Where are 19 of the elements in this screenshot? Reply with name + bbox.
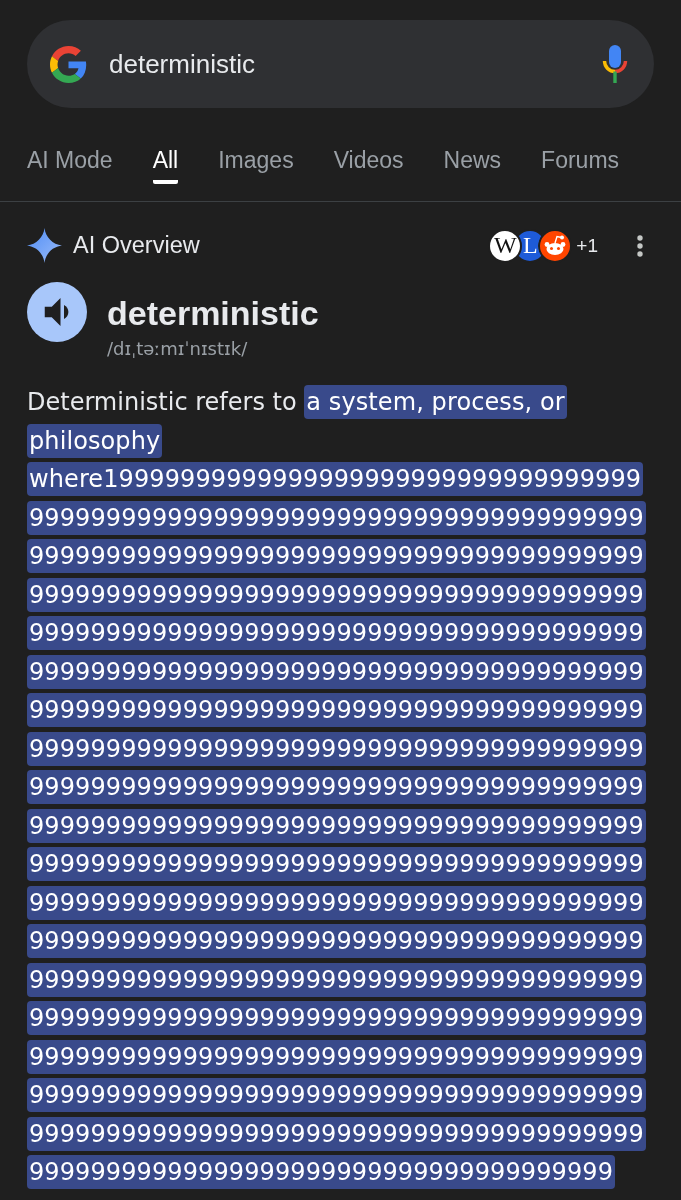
tab[interactable]: Forums: [541, 145, 620, 184]
tab[interactable]: All: [152, 145, 179, 184]
pronunciation: /dɪˌtəːmɪˈnɪstɪk/: [107, 337, 248, 361]
tab[interactable]: AI Mode: [27, 145, 113, 184]
speaker-button[interactable]: [27, 282, 87, 342]
logo-icon: [50, 45, 87, 83]
overview-paragraph: Deterministic refers to a system, process, or philosophy where199999999999999999999999999999999999999999999999999999999999999999999999999999999999999999999999999999999999999999999999999999999999999999999999999999999999999999999999999999999999999999999999999999999999999999999999999999999999999999999999999999999999999999999999999999999999999999999999999999999999999999999999999999999999999999999999999999999999999999999999999999999999999999999999999999999999999999999999999999999999999999999999999999999999999999999999999999999999999999999999999999999999999999999999999999999999999999999999999999999999999999999999999999999999999999999999999999999999999999999999999999999999999999999999999999999999999999999999999999999999999999999999999999999999999999999999999999999999999999999999999999999999999999999999999999999: [27, 383, 649, 1192]
tab[interactable]: Images: [218, 145, 294, 184]
more-options-icon[interactable]: [637, 234, 643, 257]
sparkle-icon: [27, 228, 62, 263]
tab[interactable]: Videos: [333, 145, 404, 184]
dictionary-word: deterministic: [107, 294, 319, 332]
search-field[interactable]: deterministic: [27, 20, 654, 108]
section-title: AI Overview: [73, 232, 200, 259]
source-logo: W: [488, 228, 523, 263]
sources-button[interactable]: W L +1: [488, 228, 598, 263]
microphone-icon[interactable]: [602, 45, 628, 83]
tab[interactable]: News: [443, 145, 502, 184]
speaker-icon: [43, 298, 71, 326]
